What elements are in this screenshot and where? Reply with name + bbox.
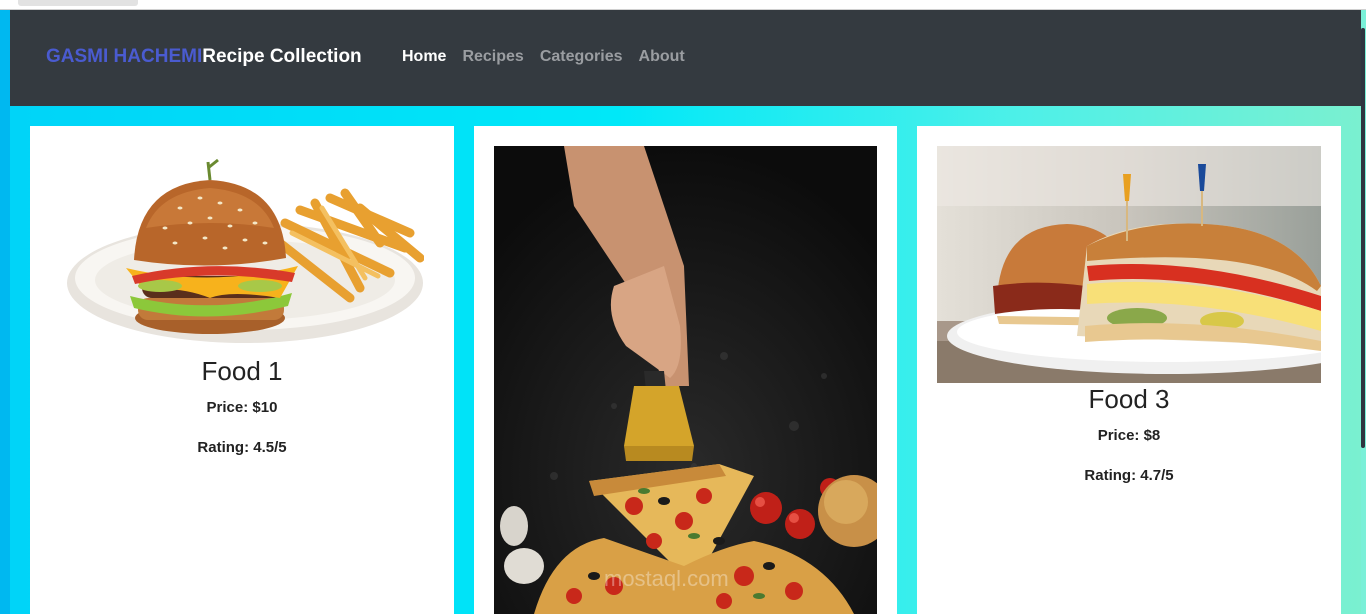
card-rating: Rating: 4.7/5	[1084, 467, 1174, 484]
brand[interactable]: GASMI HACHEMIRecipe Collection	[46, 46, 362, 68]
recipe-card-food-2[interactable]: mostaql.com	[474, 126, 897, 614]
nav-link-recipes[interactable]: Recipes	[462, 48, 523, 66]
nav-link-about[interactable]: About	[639, 48, 685, 66]
scrollbar-thumb[interactable]	[1361, 28, 1365, 448]
navbar: GASMI HACHEMIRecipe Collection Home Reci…	[10, 10, 1361, 106]
recipe-card-food-3[interactable]: Food 3 Price: $8 Rating: 4.7/5	[917, 126, 1341, 614]
nav-links: Home Recipes Categories About	[402, 48, 685, 66]
nav-link-categories[interactable]: Categories	[540, 48, 623, 66]
nav-link-home[interactable]: Home	[402, 48, 446, 66]
card-title: Food 3	[1088, 384, 1170, 414]
card-title: Food 1	[201, 356, 283, 386]
recipe-card-food-1[interactable]: Food 1 Price: $10 Rating: 4.5/5	[30, 126, 454, 614]
brand-title: Recipe Collection	[202, 46, 362, 67]
watermark-text: mostaql.com	[604, 566, 729, 591]
left-edge	[0, 10, 10, 614]
brand-name: GASMI HACHEMI	[46, 46, 203, 67]
recipe-grid: Food 1 Price: $10 Rating: 4.5/5 mostaql.…	[10, 106, 1361, 614]
pizza-image: mostaql.com	[494, 146, 877, 614]
card-price: Price: $10	[206, 399, 278, 416]
burger-image	[60, 148, 424, 358]
browser-top-strip	[0, 0, 1366, 10]
sandwich-image	[937, 146, 1321, 383]
card-price: Price: $8	[1097, 427, 1161, 444]
card-rating: Rating: 4.5/5	[197, 439, 287, 456]
browser-tab[interactable]	[18, 0, 138, 6]
